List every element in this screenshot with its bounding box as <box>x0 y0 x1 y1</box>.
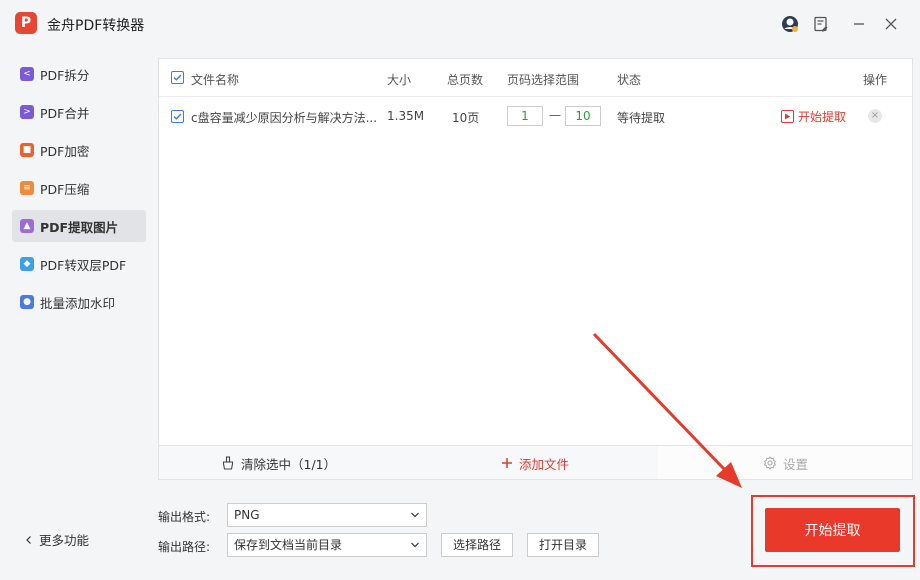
sidebar-item-double-layer[interactable]: ◆ PDF转双层PDF <box>12 248 146 280</box>
file-size: 1.35M <box>387 109 425 123</box>
sidebar-item-label: PDF加密 <box>40 143 90 159</box>
clear-selected-button[interactable]: 清除选中（1/1） <box>221 446 336 480</box>
lock-icon: ■ <box>20 143 34 157</box>
app-logo: P <box>15 12 37 34</box>
sidebar-item-extract-images[interactable]: ▲ PDF提取图片 <box>12 210 146 242</box>
header-status: 状态 <box>617 73 642 87</box>
sidebar-item-label: PDF合并 <box>40 105 90 121</box>
more-features-link[interactable]: 更多功能 <box>24 530 89 549</box>
close-icon[interactable] <box>881 14 901 34</box>
choose-path-button[interactable]: 选择路径 <box>441 533 513 557</box>
sidebar-item-compress[interactable]: ≡ PDF压缩 <box>12 172 146 204</box>
sidebar-item-label: PDF提取图片 <box>40 219 119 235</box>
feedback-icon[interactable] <box>811 14 831 34</box>
row-action-label: 开始提取 <box>798 110 847 124</box>
title-bar: P 金舟PDF转换器 <box>0 0 920 50</box>
chevron-left-icon <box>26 535 31 544</box>
range-dash: — <box>549 108 561 122</box>
clear-selected-label: 清除选中（1/1） <box>241 456 337 472</box>
minimize-icon[interactable] <box>849 14 869 34</box>
layers-icon: ◆ <box>20 257 34 271</box>
sidebar-item-label: 批量添加水印 <box>40 295 116 311</box>
output-format-label: 输出格式: <box>158 510 211 524</box>
table-header: 文件名称 大小 总页数 页码选择范围 状态 操作 <box>159 59 912 97</box>
sidebar-item-label: PDF拆分 <box>40 67 90 83</box>
checkmark-icon <box>173 113 182 120</box>
output-format-value: PNG <box>234 508 260 522</box>
output-path-value: 保存到文档当前目录 <box>234 538 343 552</box>
file-list-panel: 文件名称 大小 总页数 页码选择范围 状态 操作 c盘容量减少原因分析与解决方法… <box>158 58 913 480</box>
image-icon: ▲ <box>20 219 34 233</box>
more-features-label: 更多功能 <box>39 533 90 548</box>
header-pages: 总页数 <box>447 73 484 87</box>
settings-label: 设置 <box>783 456 809 472</box>
panel-toolbar: 清除选中（1/1） 添加文件 设置 <box>159 445 912 479</box>
merge-icon: > <box>20 105 34 119</box>
add-file-label: 添加文件 <box>519 456 570 472</box>
file-pages: 10页 <box>452 111 480 125</box>
output-path-label: 输出路径: <box>158 540 211 554</box>
sidebar-item-split[interactable]: < PDF拆分 <box>12 58 146 90</box>
add-file-button[interactable]: 添加文件 <box>501 446 569 480</box>
split-icon: < <box>20 67 34 81</box>
sidebar-item-watermark[interactable]: ● 批量添加水印 <box>12 286 146 318</box>
output-path-select[interactable]: 保存到文档当前目录 <box>227 533 427 557</box>
output-format-select[interactable]: PNG <box>227 503 427 527</box>
avatar-icon[interactable] <box>780 14 800 34</box>
row-checkbox[interactable] <box>171 110 184 123</box>
compress-icon: ≡ <box>20 181 34 195</box>
select-all-checkbox[interactable] <box>171 71 184 84</box>
file-name: c盘容量减少原因分析与解决方法... <box>191 111 378 125</box>
watermark-icon: ● <box>20 295 34 309</box>
sidebar-item-merge[interactable]: > PDF合并 <box>12 96 146 128</box>
gear-icon <box>764 456 776 470</box>
app-title: 金舟PDF转换器 <box>47 18 145 34</box>
open-directory-button[interactable]: 打开目录 <box>527 533 599 557</box>
table-row: c盘容量减少原因分析与解决方法... 1.35M 10页 1 — 10 等待提取… <box>159 97 912 135</box>
sidebar-item-encrypt[interactable]: ■ PDF加密 <box>12 134 146 166</box>
delete-row-icon[interactable]: × <box>868 109 882 123</box>
row-start-extract-link[interactable]: 开始提取 <box>781 108 846 125</box>
sidebar-item-label: PDF转双层PDF <box>40 257 127 273</box>
page-to-input[interactable]: 10 <box>565 106 601 126</box>
header-page-range: 页码选择范围 <box>507 73 580 87</box>
header-file-name: 文件名称 <box>191 73 240 87</box>
checkmark-icon <box>173 74 182 81</box>
header-size: 大小 <box>387 73 412 87</box>
chevron-down-icon <box>410 504 420 535</box>
start-extract-button[interactable]: 开始提取 <box>765 508 900 552</box>
sidebar: < PDF拆分 > PDF合并 ■ PDF加密 ≡ PDF压缩 ▲ PDF提取图… <box>0 52 156 580</box>
page-from-input[interactable]: 1 <box>507 106 543 126</box>
broom-icon <box>222 456 234 470</box>
file-status: 等待提取 <box>617 111 666 125</box>
header-action: 操作 <box>863 73 888 87</box>
play-icon <box>781 110 794 123</box>
settings-button[interactable]: 设置 <box>763 446 808 480</box>
chevron-down-icon <box>410 534 420 565</box>
plus-icon <box>502 458 512 468</box>
sidebar-item-label: PDF压缩 <box>40 181 90 197</box>
